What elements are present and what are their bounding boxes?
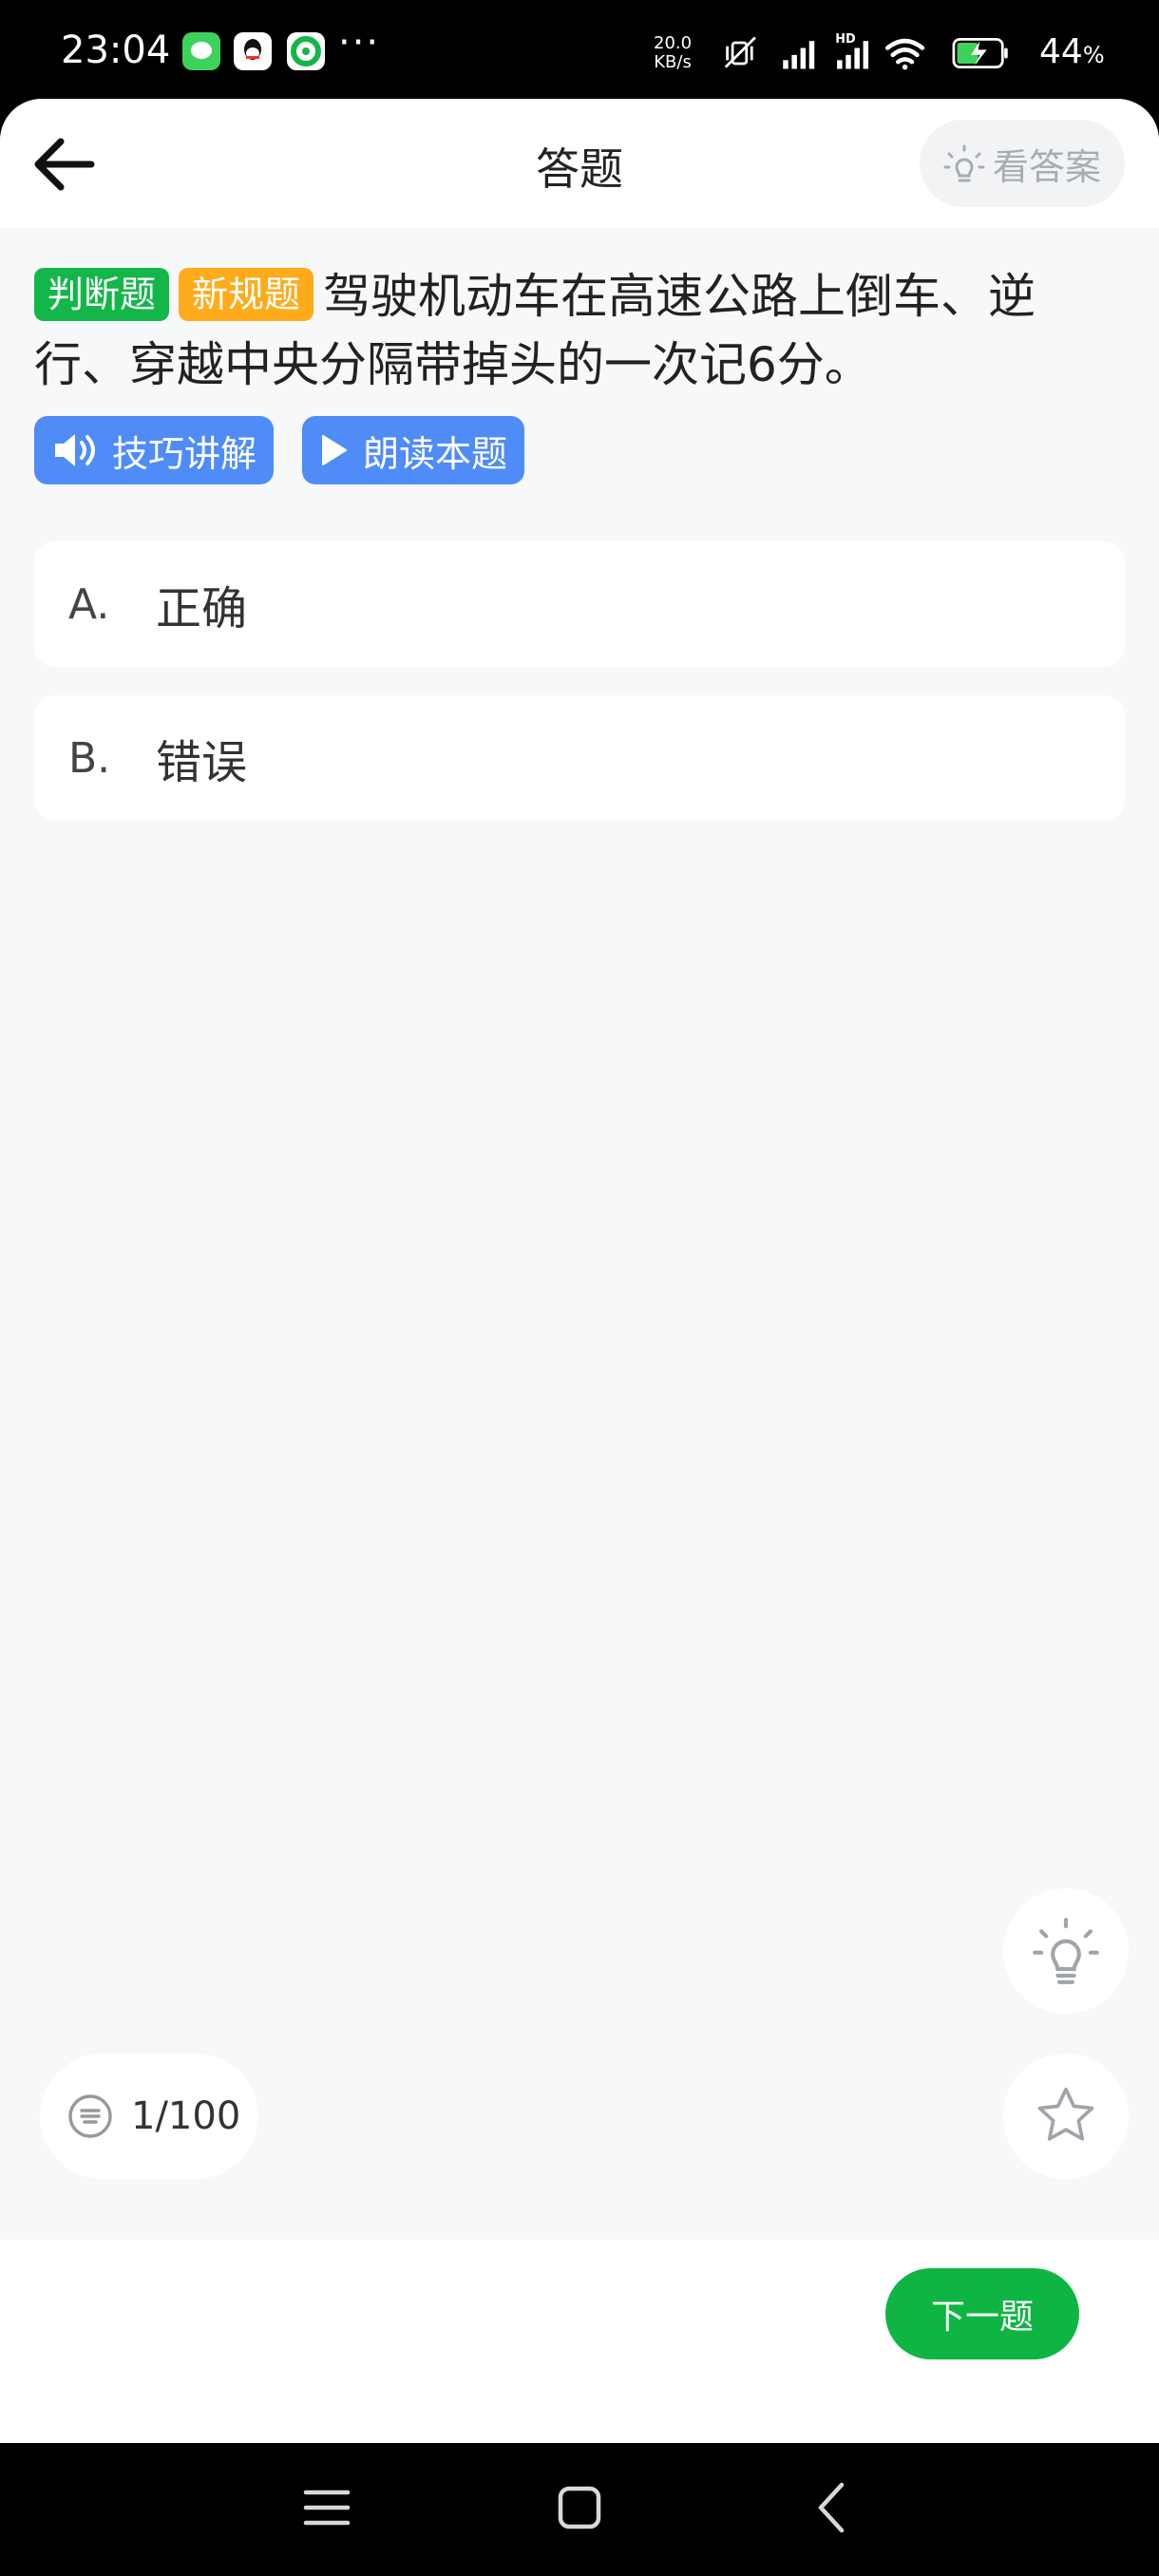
- network-speed-unit: KB/s: [654, 52, 692, 72]
- phone-screen: 23:04 ··· 20.0 KB/s HD 44% 答题 看答案 判断题 新规…: [0, 0, 1159, 2576]
- new-rule-tag: 新规题: [179, 268, 314, 321]
- option-b[interactable]: B. 错误: [34, 695, 1125, 821]
- more-notifications-icon: ···: [338, 21, 381, 65]
- star-icon: [1037, 2087, 1094, 2141]
- play-icon: [322, 435, 348, 465]
- battery-percent: 44%: [1039, 32, 1105, 71]
- status-time: 23:04: [61, 28, 171, 72]
- system-navigation-bar: [0, 2443, 1159, 2576]
- browser-app-icon: [287, 32, 325, 70]
- lightbulb-icon: [943, 144, 985, 182]
- option-text: 错误: [156, 736, 248, 789]
- app-content: 答题 看答案 判断题 新规题 驾驶机动车在高速公路上倒车、逆行、穿越中央分隔带掉头的…: [0, 99, 1159, 2443]
- battery-percent-unit: %: [1082, 42, 1105, 68]
- wifi-icon: [884, 38, 925, 70]
- next-question-button[interactable]: 下一题: [885, 2268, 1079, 2359]
- network-speed-value: 20.0: [654, 33, 693, 53]
- read-question-button[interactable]: 朗读本题: [302, 416, 525, 484]
- question-helpers: 技巧讲解 朗读本题: [34, 416, 525, 484]
- question-type-tag: 判断题: [34, 268, 170, 321]
- network-speed: 20.0 KB/s: [654, 34, 692, 72]
- menu-nav-icon[interactable]: [302, 2479, 352, 2536]
- hd-label: HD: [835, 32, 855, 47]
- speaker-icon: [55, 434, 95, 466]
- top-app-bar: 答题 看答案: [0, 99, 1159, 228]
- battery-icon: [952, 37, 1008, 69]
- tips-explanation-label: 技巧讲解: [112, 432, 257, 475]
- favorite-button[interactable]: [1003, 2054, 1129, 2179]
- qq-app-icon: [234, 32, 272, 70]
- battery-percent-value: 44: [1039, 32, 1083, 71]
- option-text: 正确: [156, 582, 248, 635]
- lightbulb-icon: [1033, 1918, 1099, 1984]
- silent-mode-icon: [724, 36, 756, 68]
- question-counter[interactable]: 1/100: [40, 2054, 258, 2179]
- view-answer-label: 看答案: [992, 145, 1101, 188]
- question-block: 判断题 新规题 驾驶机动车在高速公路上倒车、逆行、穿越中央分隔带掉头的一次记6分。: [34, 262, 1127, 399]
- option-a[interactable]: A. 正确: [34, 541, 1125, 667]
- home-nav-icon[interactable]: [555, 2481, 604, 2534]
- signal-strength-icon-1: [783, 41, 815, 69]
- option-letter: B.: [68, 733, 111, 783]
- tips-explanation-button[interactable]: 技巧讲解: [34, 416, 275, 484]
- hint-button[interactable]: [1003, 1888, 1129, 2014]
- question-counter-text: 1/100: [131, 2094, 241, 2138]
- view-answer-button[interactable]: 看答案: [920, 120, 1125, 207]
- status-bar: 23:04 ··· 20.0 KB/s HD 44%: [0, 0, 1159, 104]
- messages-app-icon: [182, 32, 220, 70]
- back-nav-icon[interactable]: [813, 2477, 851, 2538]
- option-letter: A.: [68, 579, 110, 629]
- read-question-label: 朗读本题: [363, 432, 508, 475]
- bottom-action-bar: 下一题: [0, 2240, 1159, 2443]
- status-indicators: HD: [724, 32, 1008, 70]
- list-circle-icon: [68, 2094, 112, 2138]
